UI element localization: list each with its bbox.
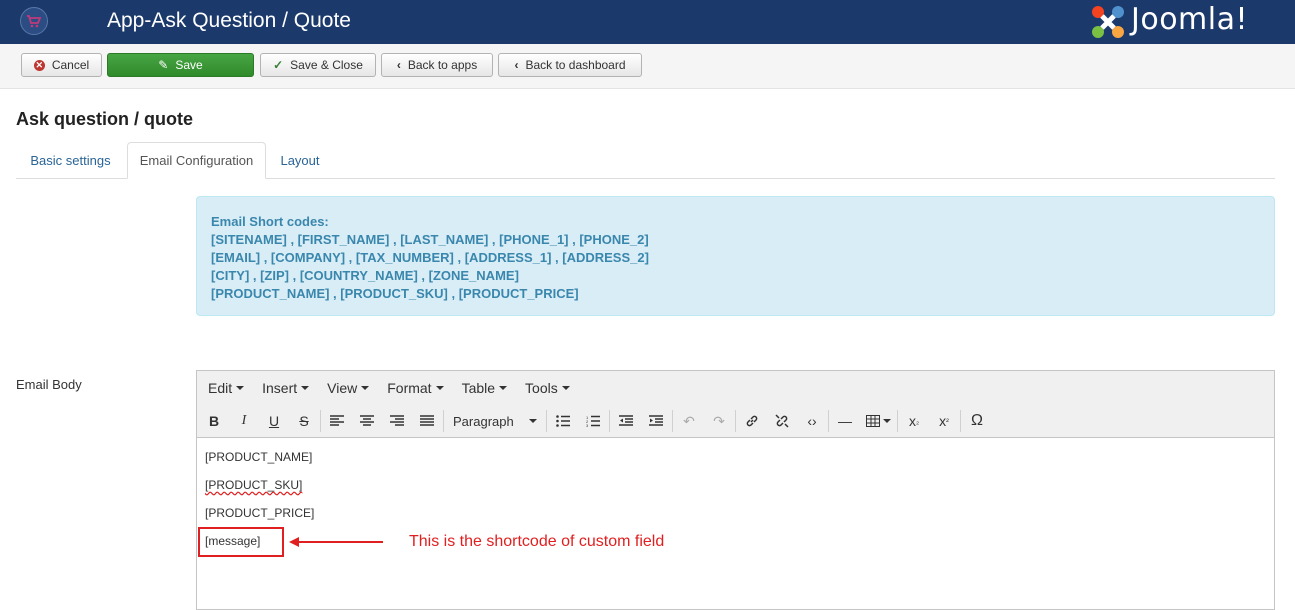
tab-basic-settings[interactable]: Basic settings: [16, 142, 125, 178]
content-line: [PRODUCT_NAME]: [205, 450, 313, 464]
cart-logo-icon: [20, 7, 48, 35]
toolbar-separator: [897, 410, 898, 432]
toolbar: ✕ Cancel ✎ Save ✓ Save & Close ‹ Back to…: [0, 44, 1295, 89]
email-body-label: Email Body: [16, 377, 82, 392]
menu-table-label: Table: [461, 380, 496, 396]
subscript-icon[interactable]: x₂: [899, 407, 929, 435]
tab-email-configuration[interactable]: Email Configuration: [127, 142, 266, 179]
italic-icon[interactable]: I: [229, 407, 259, 435]
underline-icon[interactable]: U: [259, 407, 289, 435]
redo-icon[interactable]: ↷: [704, 407, 734, 435]
shortcodes-line: [EMAIL] , [COMPANY] , [TAX_NUMBER] , [AD…: [211, 250, 649, 265]
tab-layout[interactable]: Layout: [268, 142, 332, 178]
cancel-icon: ✕: [33, 59, 45, 71]
chevron-left-icon: ‹: [396, 58, 401, 72]
menu-view-label: View: [327, 380, 358, 396]
back-to-apps-button[interactable]: ‹ Back to apps: [381, 53, 493, 77]
chevron-left-icon: ‹: [514, 58, 519, 72]
save-close-label: Save & Close: [290, 58, 363, 72]
caret-down-icon: [361, 386, 370, 390]
menu-insert-label: Insert: [262, 380, 298, 396]
toolbar-separator: [609, 410, 610, 432]
shortcodes-heading: Email Short codes:: [211, 214, 329, 229]
caret-down-icon: [236, 386, 245, 390]
strikethrough-icon[interactable]: S: [289, 407, 319, 435]
superscript-icon[interactable]: x²: [929, 407, 959, 435]
menu-tools-label: Tools: [525, 380, 558, 396]
caret-down-icon: [529, 419, 537, 423]
block-format-select[interactable]: Paragraph: [445, 407, 545, 435]
block-format-value: Paragraph: [453, 413, 514, 429]
caret-down-icon: [499, 386, 508, 390]
menu-table[interactable]: Table: [453, 380, 516, 396]
align-right-icon[interactable]: [382, 407, 412, 435]
svg-text:3: 3: [586, 423, 589, 427]
link-icon[interactable]: [737, 407, 767, 435]
annotation-highlight-box: [198, 527, 284, 557]
toolbar-separator: [320, 410, 321, 432]
bold-icon[interactable]: B: [199, 407, 229, 435]
undo-icon[interactable]: ↶: [674, 407, 704, 435]
caret-down-icon: [301, 386, 310, 390]
section-title: Ask question / quote: [16, 109, 194, 129]
toolbar-separator: [443, 410, 444, 432]
caret-down-icon: [561, 386, 570, 390]
annotation-arrow-icon: [289, 537, 383, 547]
annotation-text: This is the shortcode of custom field: [409, 533, 665, 550]
page-title: App-Ask Question / Quote: [107, 9, 351, 32]
align-center-icon[interactable]: [352, 407, 382, 435]
back-dashboard-label: Back to dashboard: [525, 58, 626, 72]
align-justify-icon[interactable]: [412, 407, 442, 435]
editor-menubar: Edit Insert View Format Table Tools: [197, 371, 1274, 405]
tab-bar: Basic settings Email Configuration Layou…: [16, 142, 1275, 179]
check-icon: ✓: [273, 58, 284, 72]
save-button[interactable]: ✎ Save: [107, 53, 254, 77]
toolbar-separator: [735, 410, 736, 432]
shortcodes-line: [CITY] , [ZIP] , [COUNTRY_NAME] , [ZONE_…: [211, 268, 519, 283]
bullet-list-icon[interactable]: [548, 407, 578, 435]
cancel-button[interactable]: ✕ Cancel: [21, 53, 102, 77]
menu-format[interactable]: Format: [378, 380, 452, 396]
menu-edit[interactable]: Edit: [199, 380, 253, 396]
editor-toolbar: B I U S Paragraph 123 ↶ ↷ ‹› — x ₂ x ² Ω: [197, 405, 1274, 438]
email-body-editor: Edit Insert View Format Table Tools B I …: [196, 370, 1275, 610]
content-line: [PRODUCT_PRICE]: [205, 506, 315, 520]
unlink-icon[interactable]: [767, 407, 797, 435]
save-close-button[interactable]: ✓ Save & Close: [260, 53, 376, 77]
shortcodes-line: [PRODUCT_NAME] , [PRODUCT_SKU] , [PRODUC…: [211, 286, 579, 301]
save-label: Save: [175, 58, 203, 72]
menu-tools[interactable]: Tools: [516, 380, 579, 396]
numbered-list-icon[interactable]: 123: [578, 407, 608, 435]
joomla-logo-icon: [1092, 6, 1124, 38]
code-icon[interactable]: ‹›: [797, 407, 827, 435]
edit-icon: ✎: [158, 58, 169, 72]
special-character-icon[interactable]: Ω: [962, 407, 992, 435]
caret-down-icon: [435, 386, 444, 390]
content-line: [PRODUCT_SKU]: [205, 478, 303, 492]
shortcodes-info-box: Email Short codes: [SITENAME] , [FIRST_N…: [196, 196, 1275, 316]
toolbar-separator: [828, 410, 829, 432]
caret-down-icon: [882, 419, 891, 423]
joomla-brand-text: Joomla!: [1131, 2, 1249, 37]
menu-format-label: Format: [387, 380, 432, 396]
table-icon[interactable]: [860, 407, 896, 435]
shortcodes-line: [SITENAME] , [FIRST_NAME] , [LAST_NAME] …: [211, 232, 649, 247]
menu-edit-label: Edit: [208, 380, 233, 396]
cancel-label: Cancel: [51, 58, 90, 72]
back-to-dashboard-button[interactable]: ‹ Back to dashboard: [498, 53, 642, 77]
horizontal-rule-icon[interactable]: —: [830, 407, 860, 435]
toolbar-separator: [672, 410, 673, 432]
outdent-icon[interactable]: [611, 407, 641, 435]
menu-insert[interactable]: Insert: [253, 380, 318, 396]
align-left-icon[interactable]: [322, 407, 352, 435]
menu-view[interactable]: View: [318, 380, 378, 396]
back-apps-label: Back to apps: [407, 58, 478, 72]
toolbar-separator: [960, 410, 961, 432]
indent-icon[interactable]: [641, 407, 671, 435]
app-header: App-Ask Question / Quote Joomla!: [0, 0, 1295, 44]
toolbar-separator: [546, 410, 547, 432]
